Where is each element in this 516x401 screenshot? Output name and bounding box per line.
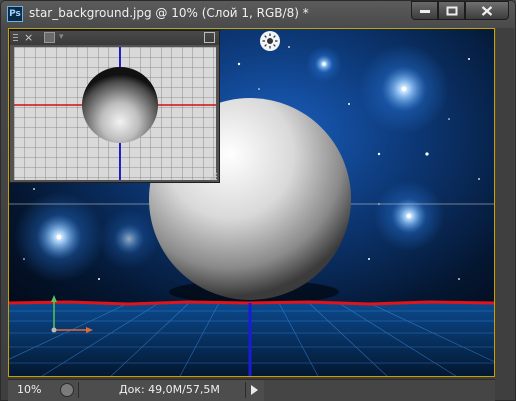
navigator-preview[interactable] (14, 47, 216, 180)
minimize-icon (419, 9, 430, 13)
status-divider (78, 382, 79, 398)
panel-menu-caret[interactable]: ▾ (59, 31, 64, 44)
play-arrow-icon[interactable] (251, 385, 258, 395)
window-right-edge (496, 28, 514, 400)
status-menu-icon[interactable] (60, 383, 74, 397)
close-button[interactable] (465, 1, 509, 20)
navigator-panel-header[interactable]: × ▾ (10, 31, 219, 45)
title-bar[interactable]: Ps star_background.jpg @ 10% (Слой 1, RG… (1, 1, 515, 27)
close-icon (481, 5, 493, 16)
zoom-level-field[interactable]: 10% (11, 382, 51, 398)
minimize-button[interactable] (411, 1, 438, 20)
preview-grid-image (14, 47, 216, 180)
document-title: star_background.jpg @ 10% (Слой 1, RGB/8… (29, 6, 309, 20)
document-size-info: Док: 49,0M/57,5M (119, 383, 220, 396)
panel-close-button[interactable]: × (24, 31, 33, 44)
panel-grip-icon[interactable] (13, 34, 18, 42)
navigator-panel: × ▾ (9, 30, 220, 183)
window-controls (411, 1, 509, 21)
resize-grip-icon[interactable] (209, 172, 218, 181)
add-layer-icon[interactable] (44, 32, 55, 43)
horizontal-scrollbar[interactable] (264, 380, 495, 401)
maximize-icon (446, 6, 457, 15)
document-window: Ps star_background.jpg @ 10% (Слой 1, RG… (0, 0, 516, 401)
light-source-icon[interactable] (259, 30, 281, 52)
status-bar: 10% Док: 49,0M/57,5M (8, 379, 495, 401)
photoshop-logo-icon: Ps (7, 6, 23, 22)
expand-icon[interactable] (204, 32, 215, 43)
status-divider (245, 382, 246, 398)
maximize-button[interactable] (438, 1, 465, 20)
